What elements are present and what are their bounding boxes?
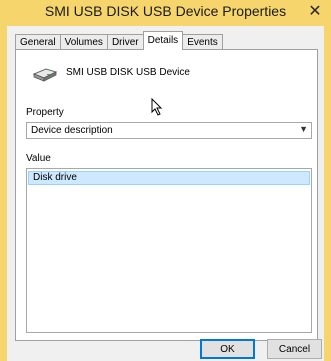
value-label: Value <box>26 153 51 164</box>
ok-button[interactable]: OK <box>200 339 255 359</box>
mouse-cursor-icon <box>151 98 163 116</box>
tab-driver[interactable]: Driver <box>106 34 144 50</box>
tab-general[interactable]: General <box>15 34 61 50</box>
disk-drive-icon <box>32 68 58 82</box>
value-list[interactable]: Disk drive <box>26 168 312 333</box>
tab-volumes[interactable]: Volumes <box>59 34 108 50</box>
chevron-down-icon[interactable]: ▼ <box>299 124 308 134</box>
title-bar[interactable]: SMI USB DISK USB Device Properties ✕ <box>0 0 331 26</box>
window-title: SMI USB DISK USB Device Properties <box>44 3 287 19</box>
tab-strip: General Volumes Driver Details Events <box>15 30 223 50</box>
property-label: Property <box>26 107 64 118</box>
list-item-text: Disk drive <box>33 172 77 183</box>
list-item[interactable]: Disk drive <box>28 171 310 185</box>
property-dropdown[interactable]: Device description ▼ <box>26 122 312 139</box>
tab-details[interactable]: Details <box>142 31 184 50</box>
dialog-client: General Volumes Driver Details Events SM… <box>7 26 324 361</box>
property-selected-value: Device description <box>31 125 113 136</box>
device-name: SMI USB DISK USB Device <box>66 67 190 78</box>
cancel-button[interactable]: Cancel <box>267 339 322 359</box>
close-icon[interactable]: ✕ <box>307 4 323 20</box>
properties-window: SMI USB DISK USB Device Properties ✕ Gen… <box>0 0 331 361</box>
details-panel: SMI USB DISK USB Device Property Device … <box>15 49 318 341</box>
tab-events[interactable]: Events <box>182 34 223 50</box>
